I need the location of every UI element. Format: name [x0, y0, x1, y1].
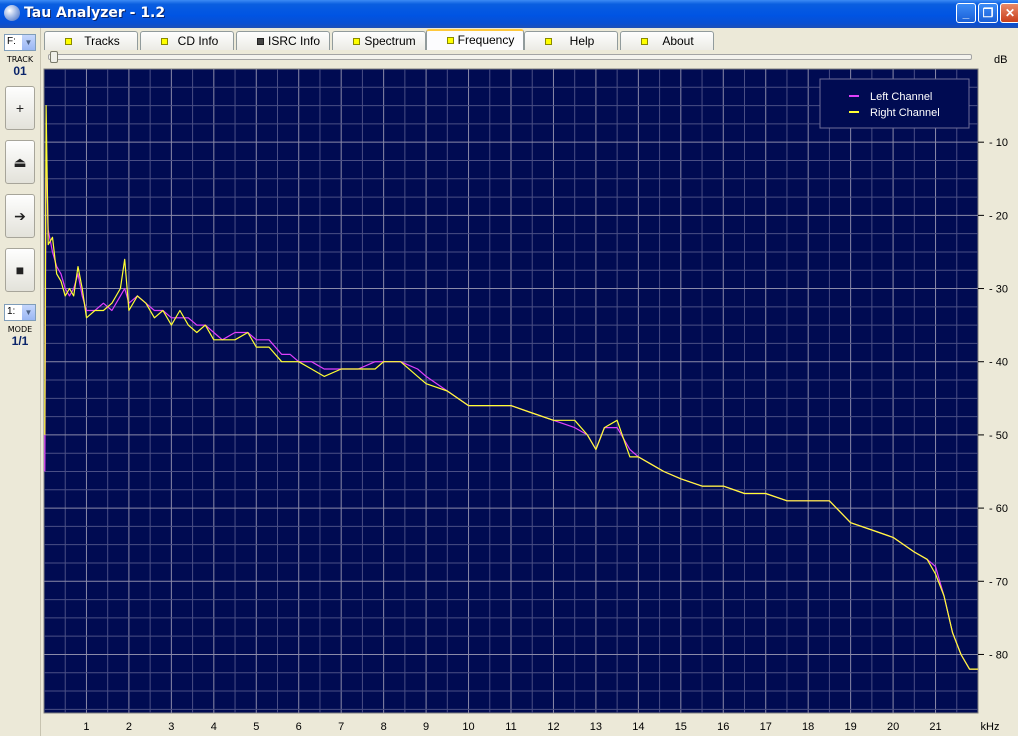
- x-tick-label: 2: [126, 721, 132, 733]
- y-tick-label: - 20: [989, 210, 1008, 222]
- x-tick-label: 21: [929, 721, 941, 733]
- x-tick-label: 20: [887, 721, 899, 733]
- x-tick-label: 6: [296, 721, 302, 733]
- x-tick-label: 10: [462, 721, 474, 733]
- x-tick-label: 3: [168, 721, 174, 733]
- x-tick-label: 7: [338, 721, 344, 733]
- x-tick-label: 15: [675, 721, 687, 733]
- legend-entry: Right Channel: [870, 107, 940, 119]
- x-tick-label: 8: [381, 721, 387, 733]
- y-tick-label: - 70: [989, 576, 1008, 588]
- x-tick-label: 13: [590, 721, 602, 733]
- x-tick-label: 1: [83, 721, 89, 733]
- x-tick-label: 18: [802, 721, 814, 733]
- frequency-chart: 1 2 3 4 5 6 7 8 9 10 11 12 13 14 15 16 17 18 19 20 21 kHz- 10…: [43, 68, 1008, 733]
- y-tick-label: - 10: [989, 137, 1008, 149]
- x-tick-label: 12: [547, 721, 559, 733]
- x-tick-label: 14: [632, 721, 644, 733]
- x-axis-unit: kHz: [981, 721, 1000, 733]
- x-tick-label: 4: [211, 721, 217, 733]
- y-tick-label: - 50: [989, 430, 1008, 442]
- legend-entry: Left Channel: [870, 91, 932, 103]
- x-tick-label: 19: [845, 721, 857, 733]
- x-tick-label: 17: [760, 721, 772, 733]
- y-tick-label: - 40: [989, 357, 1008, 369]
- y-tick-label: - 30: [989, 284, 1008, 296]
- x-tick-label: 5: [253, 721, 259, 733]
- x-tick-label: 9: [423, 721, 429, 733]
- x-tick-label: 16: [717, 721, 729, 733]
- y-tick-label: - 60: [989, 503, 1008, 515]
- x-tick-label: 11: [505, 721, 516, 733]
- legend: [819, 78, 970, 129]
- y-tick-label: - 80: [989, 649, 1008, 661]
